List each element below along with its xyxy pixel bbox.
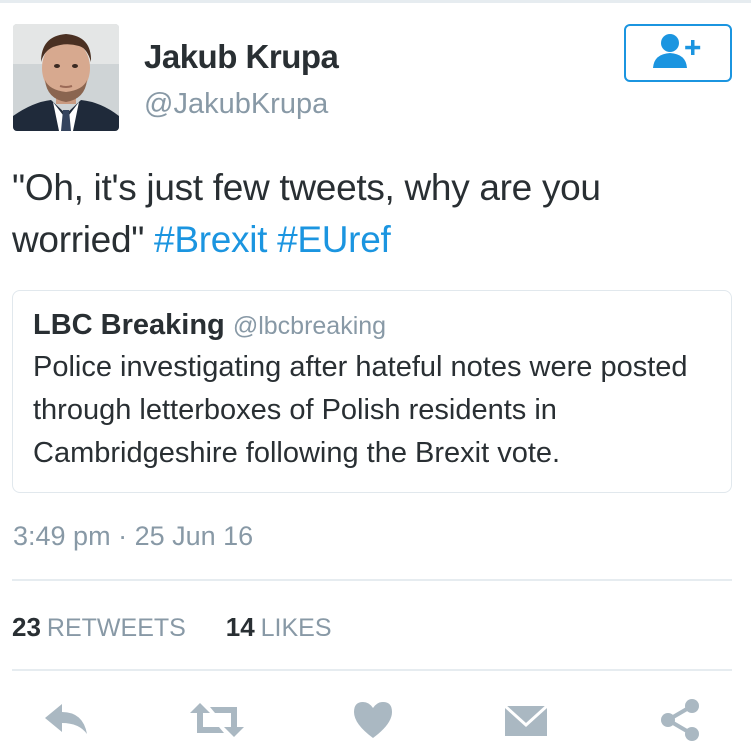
likes-count: 14	[225, 612, 255, 642]
tweet-text: "Oh, it's just few tweets, why are you w…	[12, 162, 742, 266]
envelope-icon	[503, 701, 549, 744]
divider	[12, 579, 732, 581]
tweet-timestamp: 3:49 pm · 25 Jun 16	[13, 521, 253, 552]
retweet-button[interactable]	[190, 698, 244, 746]
add-user-icon	[650, 32, 706, 75]
tweet-date: 25 Jun 16	[134, 521, 254, 551]
divider	[12, 669, 732, 671]
quoted-tweet[interactable]: LBC Breaking @lbcbreaking Police investi…	[12, 290, 732, 493]
action-bar	[0, 690, 751, 751]
tweet-stats: 23 RETWEETS 14 LIKES	[12, 612, 332, 643]
likes-label: LIKES	[260, 614, 332, 642]
avatar-photo	[13, 24, 119, 131]
reply-button[interactable]	[42, 698, 90, 746]
quoted-user-handle: @lbcbreaking	[232, 312, 387, 340]
follow-button[interactable]	[624, 24, 732, 82]
heart-icon	[352, 700, 394, 745]
retweets-label: RETWEETS	[46, 614, 186, 642]
reply-icon	[43, 701, 89, 744]
share-button[interactable]	[656, 698, 704, 746]
quoted-tweet-header: LBC Breaking @lbcbreaking	[33, 307, 711, 344]
user-handle[interactable]: @JakubKrupa	[144, 88, 328, 121]
retweet-icon	[189, 700, 245, 745]
like-button[interactable]	[349, 698, 397, 746]
likes-stat[interactable]: 14 LIKES	[219, 612, 332, 642]
direct-message-button[interactable]	[502, 698, 550, 746]
quoted-tweet-text: Police investigating after hateful notes…	[33, 351, 688, 469]
user-name[interactable]: Jakub Krupa	[144, 38, 339, 76]
hashtag-euref[interactable]: #EUref	[277, 219, 391, 260]
tweet-time: 3:49 pm	[13, 521, 111, 551]
timestamp-separator: ·	[118, 521, 128, 551]
quoted-user-name: LBC Breaking	[33, 309, 225, 341]
retweets-stat[interactable]: 23 RETWEETS	[12, 612, 193, 642]
hashtag-brexit[interactable]: #Brexit	[154, 219, 267, 260]
avatar[interactable]	[13, 24, 119, 131]
top-border	[0, 0, 751, 3]
retweets-count: 23	[12, 612, 41, 642]
share-icon	[659, 698, 701, 747]
